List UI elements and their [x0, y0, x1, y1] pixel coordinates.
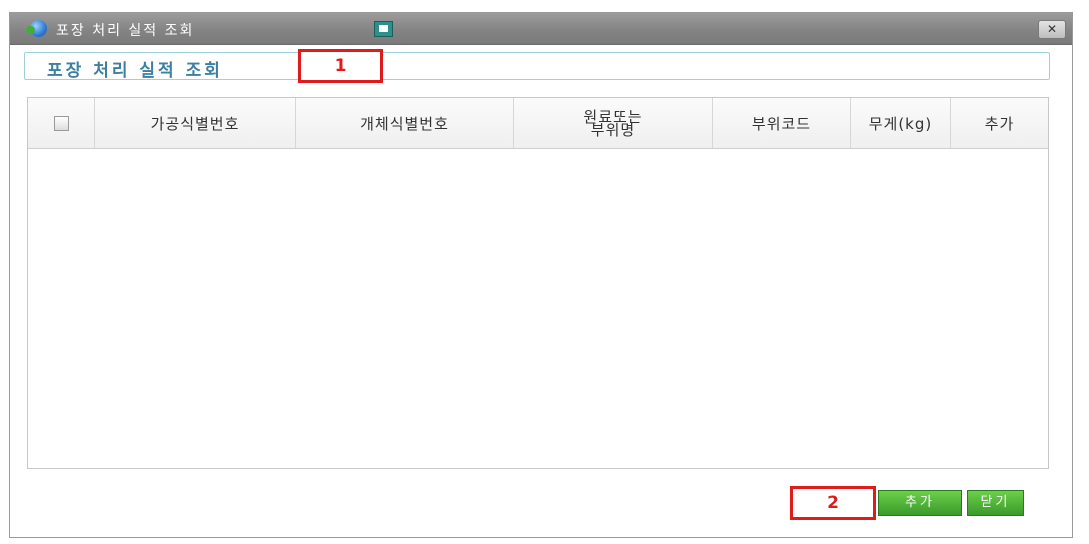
print-icon[interactable] — [374, 21, 393, 37]
window-title: 포장 처리 실적 조회 — [56, 23, 195, 39]
close-button[interactable]: 닫기 — [967, 490, 1024, 516]
annotation-marker-1: 1 — [298, 49, 383, 83]
column-header-individual-id[interactable]: 개체식별번호 — [296, 98, 514, 148]
info-icon — [26, 20, 47, 37]
column-header-processing-id[interactable]: 가공식별번호 — [95, 98, 296, 148]
table-header: 가공식별번호 개체식별번호 원료또는 부위명 부위코드 무게(kg) 추가 — [28, 98, 1048, 149]
close-window-button[interactable]: ✕ — [1038, 20, 1066, 39]
annotation-marker-2: 2 — [790, 486, 876, 520]
section-heading-box: 포장 처리 실적 조회 — [24, 52, 1050, 81]
section-heading: 포장 처리 실적 조회 — [47, 61, 223, 81]
select-all-checkbox[interactable] — [53, 115, 69, 131]
column-header-add[interactable]: 추가 — [951, 98, 1048, 148]
column-header-weight[interactable]: 무게(kg) — [851, 98, 951, 148]
column-header-material-or-part[interactable]: 원료또는 부위명 — [514, 98, 713, 148]
select-all-column — [28, 98, 95, 148]
column-header-part-code[interactable]: 부위코드 — [713, 98, 851, 148]
add-button[interactable]: 추가 — [878, 490, 962, 516]
result-table: 가공식별번호 개체식별번호 원료또는 부위명 부위코드 무게(kg) 추가 — [27, 97, 1049, 469]
title-bar[interactable]: 포장 처리 실적 조회 ✕ — [10, 13, 1072, 45]
